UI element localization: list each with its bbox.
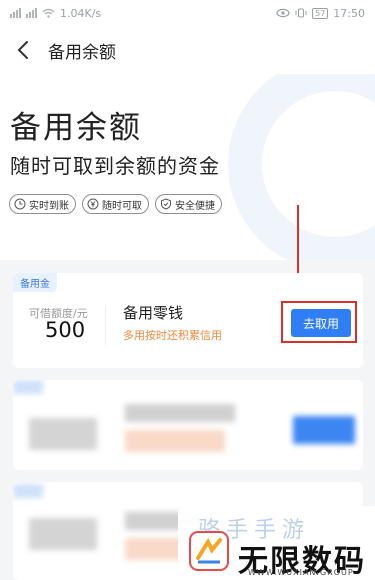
tag-secure: 安全便捷 bbox=[155, 194, 222, 214]
decorative-logo-icon bbox=[228, 74, 375, 260]
blurred-button[interactable] bbox=[293, 416, 355, 444]
feature-tags: 实时到账 随时可取 安全便捷 bbox=[9, 194, 222, 214]
signal-icon bbox=[10, 8, 21, 18]
divider bbox=[105, 305, 106, 345]
vibrate-icon bbox=[295, 8, 307, 18]
shield-check-icon bbox=[161, 198, 171, 210]
reserve-fund-card: 备用金 可借额度/元 500 备用零钱 多用按时还积累信用 去取用 bbox=[13, 273, 363, 368]
blurred-amount bbox=[29, 418, 97, 450]
status-bar: 1.04K/s 57 17:50 bbox=[0, 0, 375, 26]
card-badge: 备用金 bbox=[13, 273, 57, 292]
credit-amount: 500 bbox=[45, 318, 86, 342]
blurred-desc bbox=[125, 430, 225, 452]
blurred-badge bbox=[13, 380, 43, 394]
blurred-title bbox=[125, 404, 235, 422]
yuan-icon bbox=[87, 198, 99, 210]
tag-realtime: 实时到账 bbox=[9, 194, 76, 214]
chevron-left-icon bbox=[17, 41, 28, 59]
eye-icon bbox=[276, 8, 290, 18]
tag-anytime: 随时可取 bbox=[82, 194, 149, 214]
network-speed: 1.04K/s bbox=[60, 6, 102, 20]
blurred-card bbox=[13, 380, 363, 470]
wifi-icon bbox=[42, 8, 55, 18]
nav-title: 备用余额 bbox=[48, 42, 116, 63]
watermark-logo-icon bbox=[189, 531, 229, 571]
watermark-url: WWW.WUXIAN.GROUP bbox=[248, 568, 354, 577]
hero-title: 备用余额 bbox=[10, 110, 142, 146]
tag-label: 实时到账 bbox=[29, 200, 69, 212]
status-time: 17:50 bbox=[333, 6, 365, 20]
watermark: 骆手手游 无限数码 WWW.WUXIAN.GROUP bbox=[178, 506, 375, 580]
withdraw-button[interactable]: 去取用 bbox=[291, 309, 351, 337]
battery-icon: 57 bbox=[312, 7, 329, 19]
tag-label: 安全便捷 bbox=[175, 200, 215, 212]
nav-bar: 备用余额 bbox=[0, 26, 375, 74]
back-button[interactable] bbox=[12, 39, 34, 61]
clock-icon bbox=[14, 198, 26, 210]
product-desc: 多用按时还积累信用 bbox=[123, 329, 222, 342]
hero-subtitle: 随时可取到余额的资金 bbox=[10, 154, 220, 178]
hero-section: 备用余额 随时可取到余额的资金 实时到账 随时可取 安全便捷 bbox=[0, 74, 375, 260]
blurred-amount bbox=[29, 518, 97, 550]
blurred-badge bbox=[13, 484, 43, 498]
product-name: 备用零钱 bbox=[123, 304, 184, 322]
signal-icon bbox=[26, 8, 37, 18]
tag-label: 随时可取 bbox=[102, 200, 142, 212]
